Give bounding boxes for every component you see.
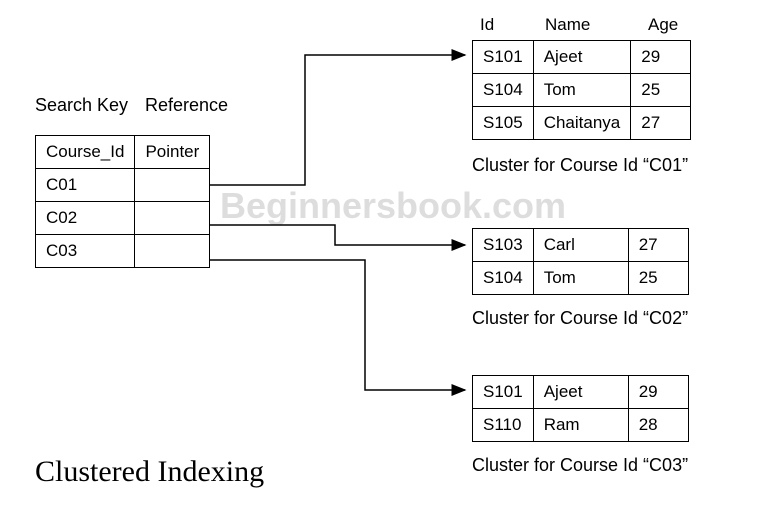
cluster-cell: Carl (533, 229, 628, 262)
cluster-cell: 27 (628, 229, 688, 262)
index-cell: C01 (36, 169, 135, 202)
cluster-cell: 25 (628, 262, 688, 295)
index-header-course-id: Course_Id (36, 136, 135, 169)
cluster-cell: S103 (473, 229, 534, 262)
cluster-cell: 27 (631, 107, 691, 140)
index-cell: C02 (36, 202, 135, 235)
table-row: Course_Id Pointer (36, 136, 210, 169)
cluster-cell: S110 (473, 409, 534, 442)
cluster-caption-c01: Cluster for Course Id “C01” (472, 155, 688, 176)
cluster-cell: S105 (473, 107, 534, 140)
reference-label: Reference (145, 95, 228, 116)
cluster-cell: Chaitanya (533, 107, 631, 140)
cluster-caption-c03: Cluster for Course Id “C03” (472, 455, 688, 476)
cluster-header-name: Name (545, 15, 590, 35)
cluster-cell: Ram (533, 409, 628, 442)
cluster-cell: Ajeet (533, 376, 628, 409)
cluster-header-age: Age (648, 15, 678, 35)
cluster-table-c03: S101 Ajeet 29 S110 Ram 28 (472, 375, 689, 442)
cluster-cell: S104 (473, 262, 534, 295)
table-row: S104 Tom 25 (473, 74, 691, 107)
table-row: S105 Chaitanya 27 (473, 107, 691, 140)
table-row: S104 Tom 25 (473, 262, 689, 295)
diagram-title: Clustered Indexing (35, 455, 264, 489)
table-row: C02 (36, 202, 210, 235)
table-row: C03 (36, 235, 210, 268)
table-row: S101 Ajeet 29 (473, 41, 691, 74)
index-cell (135, 169, 210, 202)
cluster-cell: S101 (473, 376, 534, 409)
index-header-pointer: Pointer (135, 136, 210, 169)
table-row: C01 (36, 169, 210, 202)
watermark-text: Beginnersbook.com (220, 185, 566, 227)
cluster-cell: 25 (631, 74, 691, 107)
index-cell (135, 202, 210, 235)
cluster-table-c02: S103 Carl 27 S104 Tom 25 (472, 228, 689, 295)
cluster-cell: S101 (473, 41, 534, 74)
cluster-caption-c02: Cluster for Course Id “C02” (472, 308, 688, 329)
cluster-header-id: Id (480, 15, 494, 35)
cluster-cell: Tom (533, 74, 631, 107)
cluster-cell: 29 (628, 376, 688, 409)
index-cell (135, 235, 210, 268)
cluster-cell: Ajeet (533, 41, 631, 74)
cluster-cell: 29 (631, 41, 691, 74)
table-row: S110 Ram 28 (473, 409, 689, 442)
cluster-cell: Tom (533, 262, 628, 295)
cluster-cell: 28 (628, 409, 688, 442)
cluster-table-c01: S101 Ajeet 29 S104 Tom 25 S105 Chaitanya… (472, 40, 691, 140)
index-table: Course_Id Pointer C01 C02 C03 (35, 135, 210, 268)
index-cell: C03 (36, 235, 135, 268)
search-key-label: Search Key (35, 95, 128, 116)
table-row: S101 Ajeet 29 (473, 376, 689, 409)
table-row: S103 Carl 27 (473, 229, 689, 262)
cluster-cell: S104 (473, 74, 534, 107)
